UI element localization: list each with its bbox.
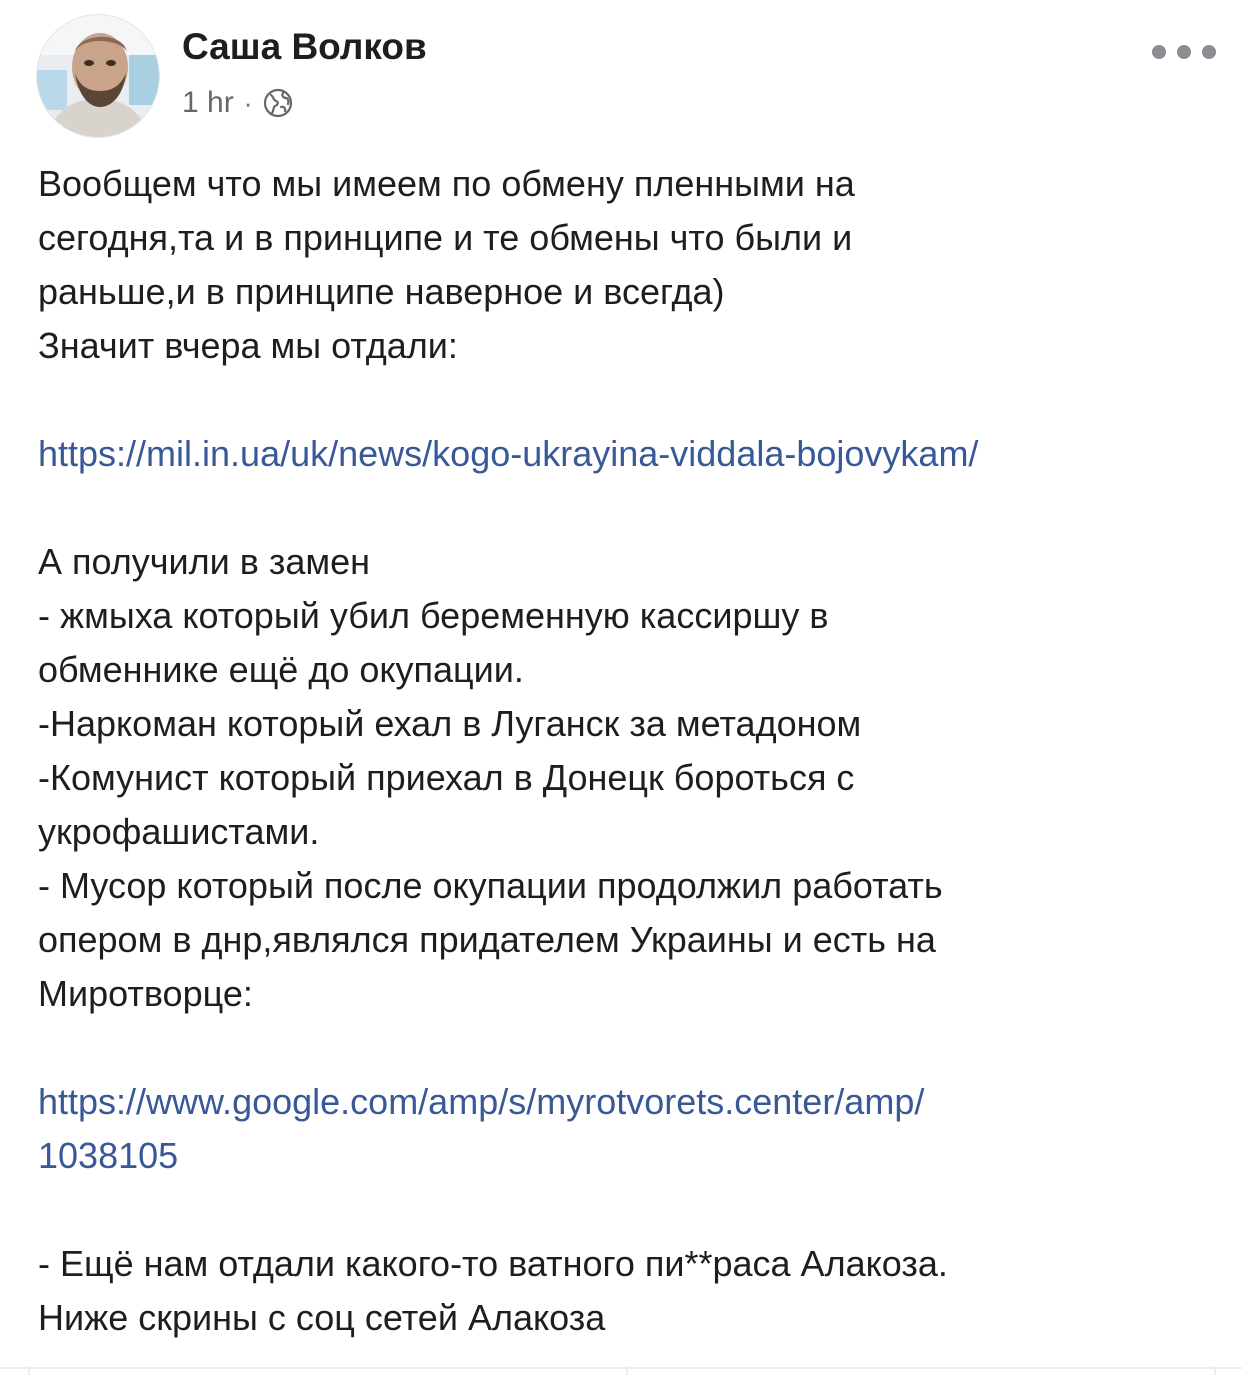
divider-tick (1214, 1366, 1216, 1375)
more-dot (1152, 45, 1166, 59)
post-line: - Мусор который после окупации продолжил… (38, 865, 943, 906)
link-myrotvorets-continued[interactable]: 1038105 (38, 1129, 1218, 1183)
post-line: укрофашистами. (38, 811, 320, 852)
profile-photo (37, 15, 159, 137)
post-line: - Ещё нам отдали какого-то ватного пи**р… (38, 1243, 948, 1284)
post-line: сегодня,та и в принципе и те обмены что … (38, 217, 853, 258)
facebook-post: Саша Волков 1 hr · Вообщем что мы имеем … (0, 0, 1242, 1375)
divider-tick (28, 1366, 30, 1375)
post-line: Значит вчера мы отдали: (38, 325, 458, 366)
more-dot (1177, 45, 1191, 59)
post-line: Ниже скрины с соц сетей Алакоза (38, 1297, 606, 1338)
link-mil-in-ua[interactable]: https://mil.in.ua/uk/news/kogo-ukrayina-… (38, 427, 1218, 481)
post-line: -Наркоман который ехал в Луганск за мета… (38, 703, 862, 744)
post-header: Саша Волков 1 hr · (36, 14, 1216, 144)
post-line: -Комунист который приехал в Донецк борот… (38, 757, 855, 798)
globe-icon[interactable] (262, 87, 294, 119)
link-myrotvorets[interactable]: https://www.google.com/amp/s/myrotvorets… (38, 1075, 1218, 1129)
post-timestamp[interactable]: 1 hr (182, 86, 234, 120)
bottom-divider (0, 1367, 1242, 1369)
post-line: А получили в замен (38, 541, 371, 582)
post-line: - жмыха который убил беременную кассиршу… (38, 595, 829, 636)
avatar[interactable] (36, 14, 160, 138)
meta-separator: · (243, 87, 253, 118)
more-options-icon[interactable] (1152, 38, 1216, 66)
post-line: Вообщем что мы имеем по обмену пленными … (38, 163, 855, 204)
post-line: опером в днр,являлся придателем Украины … (38, 919, 936, 960)
post-line: обменнике ещё до окупации. (38, 649, 524, 690)
divider-tick (626, 1366, 628, 1375)
post-line: раньше,и в принципе наверное и всегда) (38, 271, 725, 312)
more-dot (1202, 45, 1216, 59)
post-text: Вообщем что мы имеем по обмену пленными … (38, 157, 1218, 1345)
post-meta: 1 hr · (182, 84, 294, 122)
author-name[interactable]: Саша Волков (182, 26, 427, 68)
post-line: Миротворце: (38, 973, 253, 1014)
